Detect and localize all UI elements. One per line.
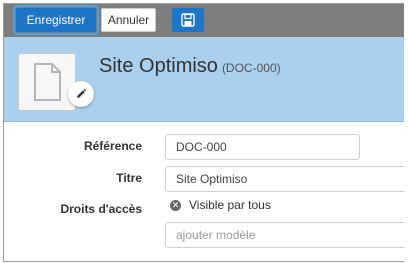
access-tag: ✕ Visible par tous: [170, 198, 271, 212]
cancel-button[interactable]: Annuler: [101, 8, 156, 32]
access-label: Droits d'accès: [60, 202, 142, 216]
title-field[interactable]: Site Optimiso: [165, 166, 404, 192]
document-header: Site Optimiso (DOC-000): [4, 37, 404, 122]
document-thumbnail: [18, 53, 76, 111]
title-label: Titre: [116, 171, 142, 185]
edit-thumbnail-button[interactable]: [68, 81, 94, 107]
reference-field[interactable]: DOC-000: [165, 134, 360, 160]
floppy-disk-icon: [181, 13, 195, 27]
reference-label: Référence: [83, 139, 142, 153]
add-model-input[interactable]: ajouter modèle: [165, 222, 404, 248]
document-editor-panel: Enregistrer Annuler Site Optimiso (DOC-00…: [3, 3, 404, 262]
page-title: Site Optimiso (DOC-000): [99, 55, 281, 78]
access-value: Visible par tous: [189, 198, 271, 212]
document-form: Référence DOC-000 Titre Site Optimiso Dr…: [4, 122, 404, 261]
document-title: Site Optimiso: [99, 55, 218, 77]
pencil-icon: [77, 88, 87, 98]
document-code: (DOC-000): [221, 61, 281, 75]
toolbar: Enregistrer Annuler: [4, 4, 404, 37]
partial-radio[interactable]: ○: [168, 256, 175, 261]
save-icon-button[interactable]: [172, 8, 204, 32]
add-model-placeholder: ajouter modèle: [176, 228, 256, 242]
save-button[interactable]: Enregistrer: [13, 5, 99, 35]
remove-icon[interactable]: ✕: [170, 199, 181, 211]
document-icon: [34, 63, 61, 101]
